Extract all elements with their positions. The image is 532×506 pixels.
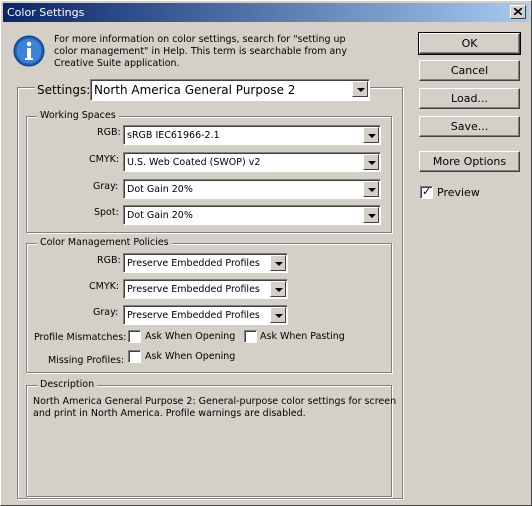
close-button[interactable] (510, 5, 526, 19)
ask-when-pasting-checkbox[interactable] (244, 330, 257, 343)
chevron-down-icon[interactable] (352, 81, 368, 97)
ask-when-pasting-label[interactable]: Ask When Pasting (260, 331, 345, 342)
policy-gray-value: Preserve Embedded Profiles (127, 310, 260, 321)
info-message: For more information on color settings, … (54, 34, 354, 70)
ws-cmyk-value: U.S. Web Coated (SWOP) v2 (127, 157, 261, 168)
ws-spot-value: Dot Gain 20% (127, 210, 193, 221)
ws-cmyk-label: CMYK: (89, 154, 120, 165)
missing-profiles-label: Missing Profiles: (48, 355, 125, 366)
description-text: North America General Purpose 2: General… (33, 396, 397, 420)
chevron-down-icon[interactable] (363, 181, 379, 197)
policy-cmyk-value: Preserve Embedded Profiles (127, 284, 260, 295)
policy-gray-dropdown[interactable]: Preserve Embedded Profiles (123, 305, 288, 325)
ws-spot-dropdown[interactable]: Dot Gain 20% (123, 205, 381, 225)
preview-label[interactable]: Preview (437, 186, 480, 199)
description-line-2: and print in North America. Profile warn… (33, 408, 306, 419)
info-line-1: For more information on color settings, … (54, 34, 346, 45)
missing-ask-when-opening-label[interactable]: Ask When Opening (145, 351, 235, 362)
settings-label: Settings: (35, 83, 93, 97)
ask-when-opening-checkbox[interactable] (128, 330, 141, 343)
chevron-down-icon[interactable] (363, 127, 379, 143)
ws-cmyk-dropdown[interactable]: U.S. Web Coated (SWOP) v2 (123, 152, 381, 172)
window-title: Color Settings (7, 6, 85, 19)
chevron-down-icon[interactable] (270, 307, 286, 323)
color-settings-dialog: Color Settings For more information on c… (0, 0, 532, 506)
working-spaces-title: Working Spaces (37, 110, 119, 121)
info-icon (13, 35, 45, 67)
ws-gray-dropdown[interactable]: Dot Gain 20% (123, 179, 381, 199)
policy-rgb-label: RGB: (97, 255, 121, 266)
info-line-3: Creative Suite application. (54, 58, 180, 69)
ws-spot-label: Spot: (94, 207, 119, 218)
ws-gray-label: Gray: (93, 181, 119, 192)
ws-rgb-dropdown[interactable]: sRGB IEC61966-2.1 (123, 125, 381, 145)
policy-rgb-dropdown[interactable]: Preserve Embedded Profiles (123, 253, 288, 273)
policies-title: Color Management Policies (37, 237, 172, 248)
chevron-down-icon[interactable] (363, 154, 379, 170)
policy-rgb-value: Preserve Embedded Profiles (127, 258, 260, 269)
settings-dropdown[interactable]: North America General Purpose 2 (90, 79, 370, 101)
title-bar[interactable]: Color Settings (3, 3, 529, 22)
ask-when-opening-label[interactable]: Ask When Opening (145, 331, 235, 342)
profile-mismatches-label: Profile Mismatches: (34, 332, 127, 343)
preview-checkbox[interactable] (420, 185, 433, 199)
missing-ask-when-opening-checkbox[interactable] (128, 350, 141, 363)
load-button[interactable]: Load... (419, 88, 520, 109)
ws-gray-value: Dot Gain 20% (127, 184, 193, 195)
description-title: Description (37, 379, 98, 390)
cancel-button[interactable]: Cancel (419, 60, 520, 81)
policy-gray-label: Gray: (93, 307, 119, 318)
ws-rgb-label: RGB: (97, 127, 121, 138)
chevron-down-icon[interactable] (270, 281, 286, 297)
policy-cmyk-dropdown[interactable]: Preserve Embedded Profiles (123, 279, 288, 299)
close-icon (514, 8, 522, 15)
chevron-down-icon[interactable] (270, 255, 286, 271)
policy-cmyk-label: CMYK: (89, 281, 120, 292)
more-options-button[interactable]: More Options (419, 151, 520, 172)
description-line-1: North America General Purpose 2: General… (33, 396, 397, 407)
ws-rgb-value: sRGB IEC61966-2.1 (127, 130, 220, 141)
save-button[interactable]: Save... (419, 116, 520, 137)
settings-value: North America General Purpose 2 (94, 83, 296, 97)
chevron-down-icon[interactable] (363, 207, 379, 223)
info-line-2: color management" in Help. This term is … (54, 46, 347, 57)
ok-button[interactable]: OK (418, 32, 521, 55)
